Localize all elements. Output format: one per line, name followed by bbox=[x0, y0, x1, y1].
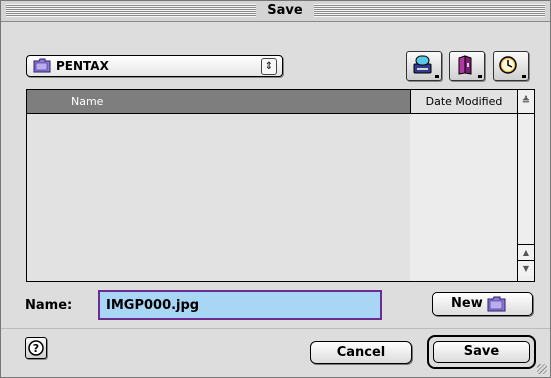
menu-indicator bbox=[522, 75, 526, 78]
resize-grip[interactable] bbox=[537, 364, 547, 374]
save-dialog: Save PENTAX ⇕ Name Date Modified ≜ ▲ ▼ N… bbox=[0, 0, 551, 378]
recent-button[interactable] bbox=[493, 51, 529, 81]
title-bar-stripes-left bbox=[6, 4, 256, 17]
help-button[interactable]: ? bbox=[25, 337, 47, 359]
cancel-button[interactable]: Cancel bbox=[310, 341, 412, 364]
help-icon: ? bbox=[28, 340, 44, 356]
volume-button[interactable] bbox=[406, 51, 442, 81]
divider bbox=[1, 328, 550, 329]
new-folder-button[interactable]: New bbox=[432, 292, 533, 316]
file-list-header: Name Date Modified ≜ bbox=[27, 90, 534, 114]
clock-icon bbox=[499, 56, 517, 74]
new-folder-button-label: New bbox=[451, 296, 483, 311]
disk-icon bbox=[413, 55, 432, 74]
save-button[interactable]: Save bbox=[433, 341, 530, 363]
help-button-label: ? bbox=[33, 342, 39, 355]
title-bar[interactable]: Save bbox=[1, 1, 550, 22]
name-label: Name: bbox=[25, 298, 73, 313]
scroll-up-arrow-icon[interactable]: ▲ bbox=[518, 244, 534, 260]
favorites-icon bbox=[458, 55, 472, 75]
location-popup[interactable]: PENTAX ⇕ bbox=[26, 55, 283, 77]
column-header-name[interactable]: Name bbox=[27, 90, 410, 113]
filename-input[interactable] bbox=[98, 290, 382, 320]
window-title: Save bbox=[267, 3, 303, 18]
title-bar-stripes-right bbox=[314, 4, 545, 17]
location-folder-name: PENTAX bbox=[56, 59, 109, 73]
menu-indicator bbox=[435, 75, 439, 78]
vertical-scrollbar[interactable]: ▲ ▼ bbox=[517, 114, 534, 281]
folder-icon bbox=[33, 58, 51, 73]
sort-order-icon[interactable]: ≜ bbox=[517, 90, 534, 113]
file-list-name-column[interactable] bbox=[27, 114, 410, 281]
scroll-down-arrow-icon[interactable]: ▼ bbox=[518, 260, 534, 276]
menu-indicator bbox=[478, 75, 482, 78]
new-folder-icon bbox=[487, 296, 506, 312]
save-button-default-ring: Save bbox=[427, 335, 536, 369]
file-list-date-column[interactable] bbox=[410, 114, 517, 281]
popup-arrows-icon: ⇕ bbox=[261, 58, 277, 75]
file-list[interactable]: Name Date Modified ≜ ▲ ▼ bbox=[26, 89, 535, 282]
column-header-date-modified[interactable]: Date Modified bbox=[410, 90, 517, 113]
favorites-button[interactable] bbox=[449, 51, 485, 81]
